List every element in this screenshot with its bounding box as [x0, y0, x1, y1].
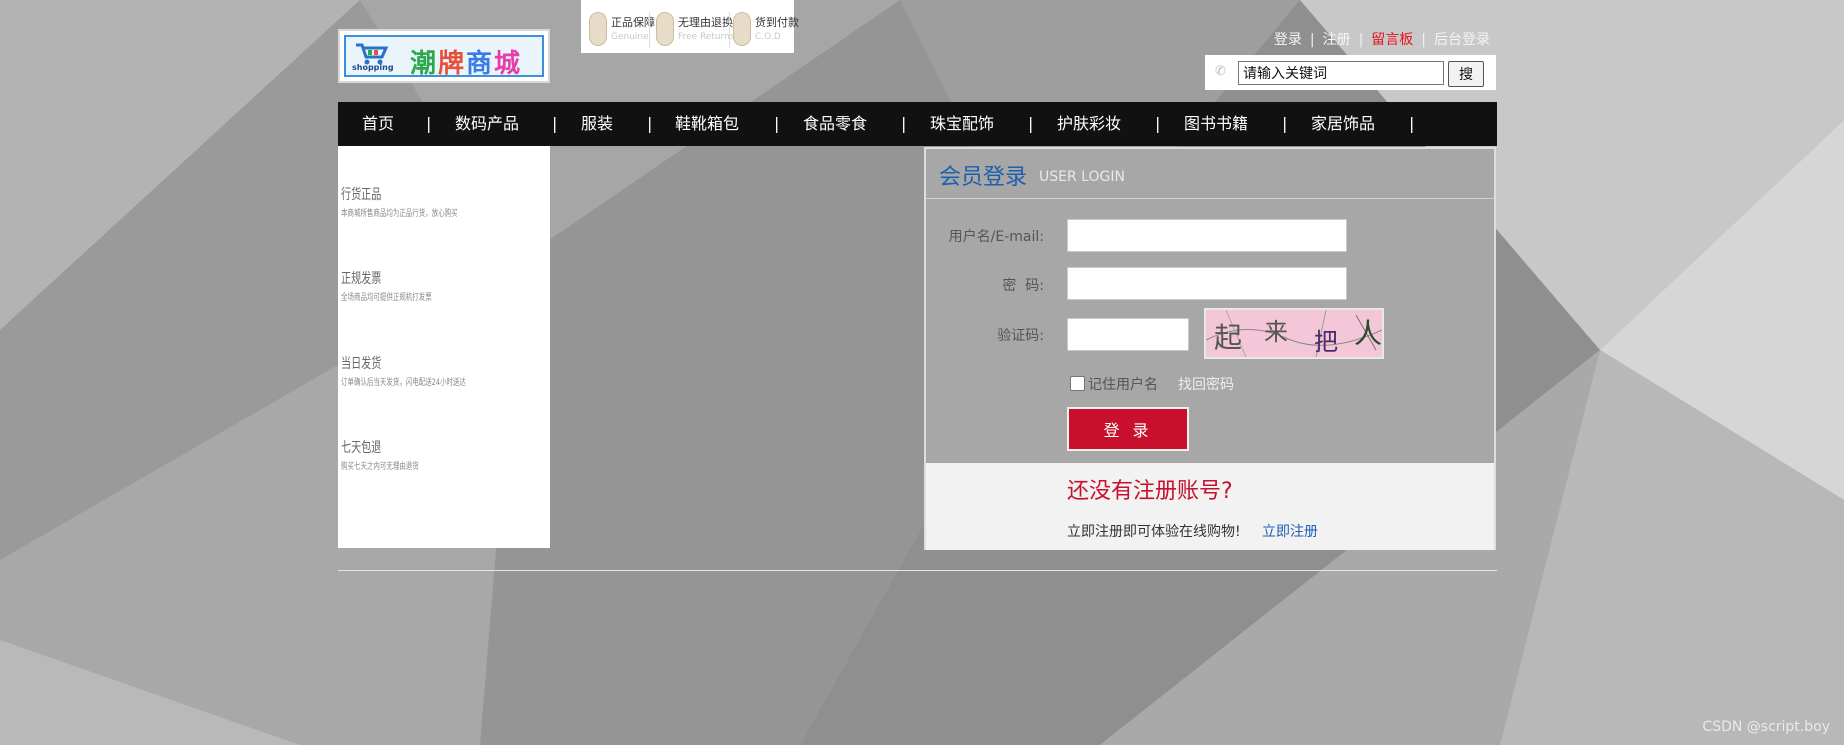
register-now-link[interactable]: 立即注册	[1262, 521, 1318, 541]
register-link[interactable]: 注册	[1323, 32, 1351, 48]
shield-icon	[589, 12, 607, 46]
password-label: 密 码:	[1002, 278, 1044, 294]
main-nav: 首页 | 数码产品 | 服装 | 鞋靴箱包 | 食品零食 | 珠宝配饰 | 护肤…	[338, 102, 1497, 146]
nav-separator: |	[901, 114, 907, 133]
badge-divider	[729, 12, 730, 48]
link-separator: |	[1358, 32, 1364, 48]
nav-item-books[interactable]: 图书书籍	[1184, 102, 1248, 146]
guestbook-link[interactable]: 留言板	[1371, 32, 1413, 48]
feature-item: 七天包退 购买七天之内可无理由退货	[341, 437, 449, 472]
remember-username[interactable]: 记住用户名	[1070, 374, 1158, 394]
logo-frame: shopping 潮牌商城	[344, 35, 544, 80]
nav-item-home[interactable]: 首页	[362, 102, 394, 146]
remember-checkbox[interactable]	[1070, 376, 1085, 391]
nav-separator: |	[552, 114, 558, 133]
nav-item-clothing[interactable]: 服装	[581, 102, 613, 146]
captcha-image[interactable]: 起 来 把 人	[1204, 308, 1384, 359]
username-label: 用户名/E-mail:	[948, 229, 1044, 245]
register-prompt-title: 还没有注册账号?	[1067, 479, 1233, 504]
badge-subtitle: C.O.D	[755, 32, 781, 42]
feature-item: 正规发票 全场商品均可提供正规机打发票	[341, 268, 467, 303]
search-bar: ✆ 搜	[1205, 55, 1496, 90]
nav-separator: |	[1028, 114, 1034, 133]
feature-desc: 全场商品均可提供正规机打发票	[341, 293, 432, 303]
nav-item-cosmetics[interactable]: 护肤彩妆	[1057, 102, 1121, 146]
site-logo[interactable]: shopping 潮牌商城	[338, 29, 550, 83]
badge-divider	[649, 12, 650, 48]
login-subtitle: USER LOGIN	[1039, 169, 1125, 185]
feature-panel: 行货正品 本商城所售商品均为正品行货，放心购买 正规发票 全场商品均可提供正规机…	[338, 146, 550, 548]
username-field[interactable]	[1067, 219, 1347, 252]
return-icon	[656, 12, 674, 46]
cod-icon	[733, 12, 751, 46]
login-link[interactable]: 登录	[1274, 32, 1302, 48]
captcha-char: 人	[1354, 317, 1383, 350]
nav-separator: |	[774, 114, 780, 133]
login-header: 会员登录 USER LOGIN	[926, 149, 1494, 199]
nav-separator: |	[1155, 114, 1161, 133]
feature-title: 七天包退	[341, 440, 382, 456]
logo-brand-text: 潮牌商城	[410, 43, 522, 80]
badge-title: 货到付款	[755, 16, 799, 29]
logo-char: 潮	[410, 49, 439, 79]
search-button[interactable]: 搜	[1448, 61, 1484, 87]
nav-item-home-decor[interactable]: 家居饰品	[1311, 102, 1375, 146]
captcha-label: 验证码:	[997, 328, 1044, 344]
logo-char: 牌	[438, 49, 467, 79]
captcha-field[interactable]	[1067, 318, 1189, 351]
nav-separator: |	[1282, 114, 1288, 133]
password-field[interactable]	[1067, 267, 1347, 300]
badge-subtitle: Free Returns	[678, 32, 735, 42]
feature-desc: 订单确认后当天发货，闪电配送24小时送达	[341, 378, 466, 388]
remember-label: 记住用户名	[1088, 377, 1158, 393]
badge-title: 无理由退换	[678, 16, 733, 29]
feature-title: 行货正品	[341, 187, 382, 203]
nav-separator: |	[426, 114, 432, 133]
logo-char: 商	[466, 49, 495, 79]
login-panel: 会员登录 USER LOGIN 用户名/E-mail: 密 码: 验证码: 起 …	[924, 147, 1496, 550]
captcha-char: 来	[1264, 318, 1288, 346]
phone-icon: ✆	[1215, 64, 1226, 79]
feature-title: 正规发票	[341, 271, 382, 287]
feature-item: 行货正品 本商城所售商品均为正品行货，放心购买	[341, 184, 503, 219]
search-input[interactable]	[1238, 61, 1444, 85]
captcha-char: 起	[1214, 321, 1243, 354]
link-separator: |	[1309, 32, 1315, 48]
login-title: 会员登录	[939, 165, 1028, 190]
logo-char: 城	[494, 49, 523, 79]
feature-desc: 本商城所售商品均为正品行货，放心购买	[341, 209, 458, 219]
nav-separator: |	[647, 114, 653, 133]
feature-item: 当日发货 订单确认后当天发货，闪电配送24小时送达	[341, 353, 514, 388]
forgot-password-link[interactable]: 找回密码	[1178, 374, 1234, 394]
service-badges: 正品保障 Genuine 无理由退换 Free Returns 货到付款 C.O…	[581, 0, 799, 53]
captcha-char: 把	[1314, 328, 1338, 356]
feature-title: 当日发货	[341, 356, 382, 372]
login-button[interactable]: 登 录	[1067, 407, 1189, 451]
nav-item-food[interactable]: 食品零食	[803, 102, 867, 146]
register-prompt: 还没有注册账号? 立即注册即可体验在线购物! 立即注册	[926, 463, 1494, 550]
link-separator: |	[1421, 32, 1426, 48]
nav-separator: |	[1409, 114, 1415, 133]
cart-svg	[356, 43, 389, 65]
register-prompt-text: 立即注册即可体验在线购物!	[1067, 524, 1241, 540]
nav-item-digital[interactable]: 数码产品	[455, 102, 519, 146]
badge-subtitle: Genuine	[611, 32, 649, 42]
feature-desc: 购买七天之内可无理由退货	[341, 462, 419, 472]
admin-login-link[interactable]: 后台登录	[1434, 32, 1490, 48]
nav-item-jewelry[interactable]: 珠宝配饰	[930, 102, 994, 146]
logo-shopping-text: shopping	[352, 63, 394, 72]
watermark: CSDN @script.boy	[1702, 719, 1830, 735]
nav-item-shoes-bags[interactable]: 鞋靴箱包	[675, 102, 739, 146]
footer-divider	[338, 570, 1497, 571]
top-links: 登录 | 注册 | 留言板 | 后台登录	[1274, 29, 1490, 49]
cart-icon: shopping	[352, 41, 394, 75]
